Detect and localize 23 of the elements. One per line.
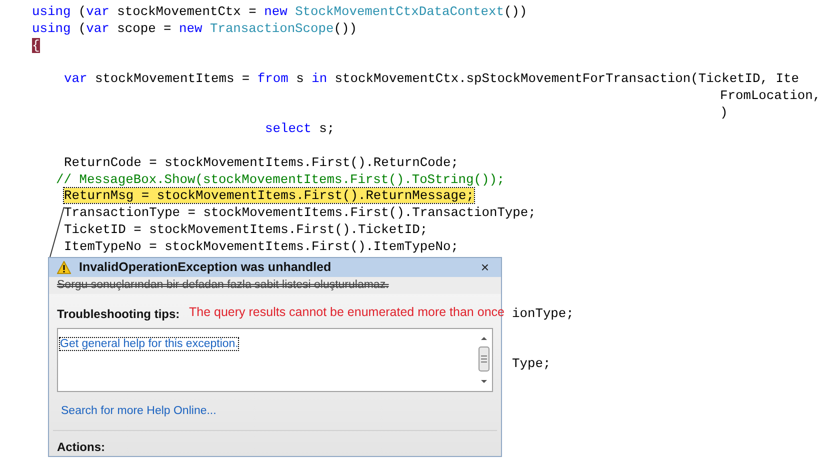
code-line: ItemTypeNo = stockMovementItems.First().ItemTypeNo; xyxy=(64,238,459,254)
code-line: var stockMovementItems = from s in stockMovementCtx.spStockMovementForTransaction(TicketID, Ite xyxy=(64,71,799,86)
code-line: FromLocation, xyxy=(720,88,820,103)
code-line: TicketID = stockMovementItems.First().TicketID; xyxy=(64,222,428,237)
close-button[interactable]: × xyxy=(476,260,493,274)
code-line: ionType; xyxy=(512,306,574,320)
code-line: using (var scope = new TransactionScope()) xyxy=(32,20,357,36)
error-message: Sorgu sonuçlarından bir defadan fazla sabit listesi oluşturulamaz. xyxy=(57,278,389,293)
warning-icon xyxy=(57,260,71,274)
help-link[interactable]: Get general help for this exception. xyxy=(60,338,238,350)
annotation-text: The query results cannot be enumerated more than once xyxy=(189,304,504,321)
actions-label: Actions: xyxy=(57,440,105,454)
search-help-link[interactable]: Search for more Help Online... xyxy=(61,405,216,417)
code-line: Type; xyxy=(512,356,551,371)
code-line: ReturnCode = stockMovementItems.First().ReturnCode; xyxy=(64,154,459,170)
tips-label: Troubleshooting tips: xyxy=(57,307,180,321)
code-line: using (var stockMovementCtx = new StockMovementCtxDataContext()) xyxy=(32,4,528,19)
code-line: TransactionType = stockMovementItems.First().TransactionType; xyxy=(64,205,536,220)
code-line: ) xyxy=(720,104,728,120)
code-line: select s; xyxy=(265,121,335,136)
code-line: // MessageBox.Show(stockMovementItems.First().ToString()); xyxy=(56,172,505,186)
leader-line xyxy=(48,207,66,257)
dialog-title: InvalidOperationException was unhandled xyxy=(79,259,332,276)
